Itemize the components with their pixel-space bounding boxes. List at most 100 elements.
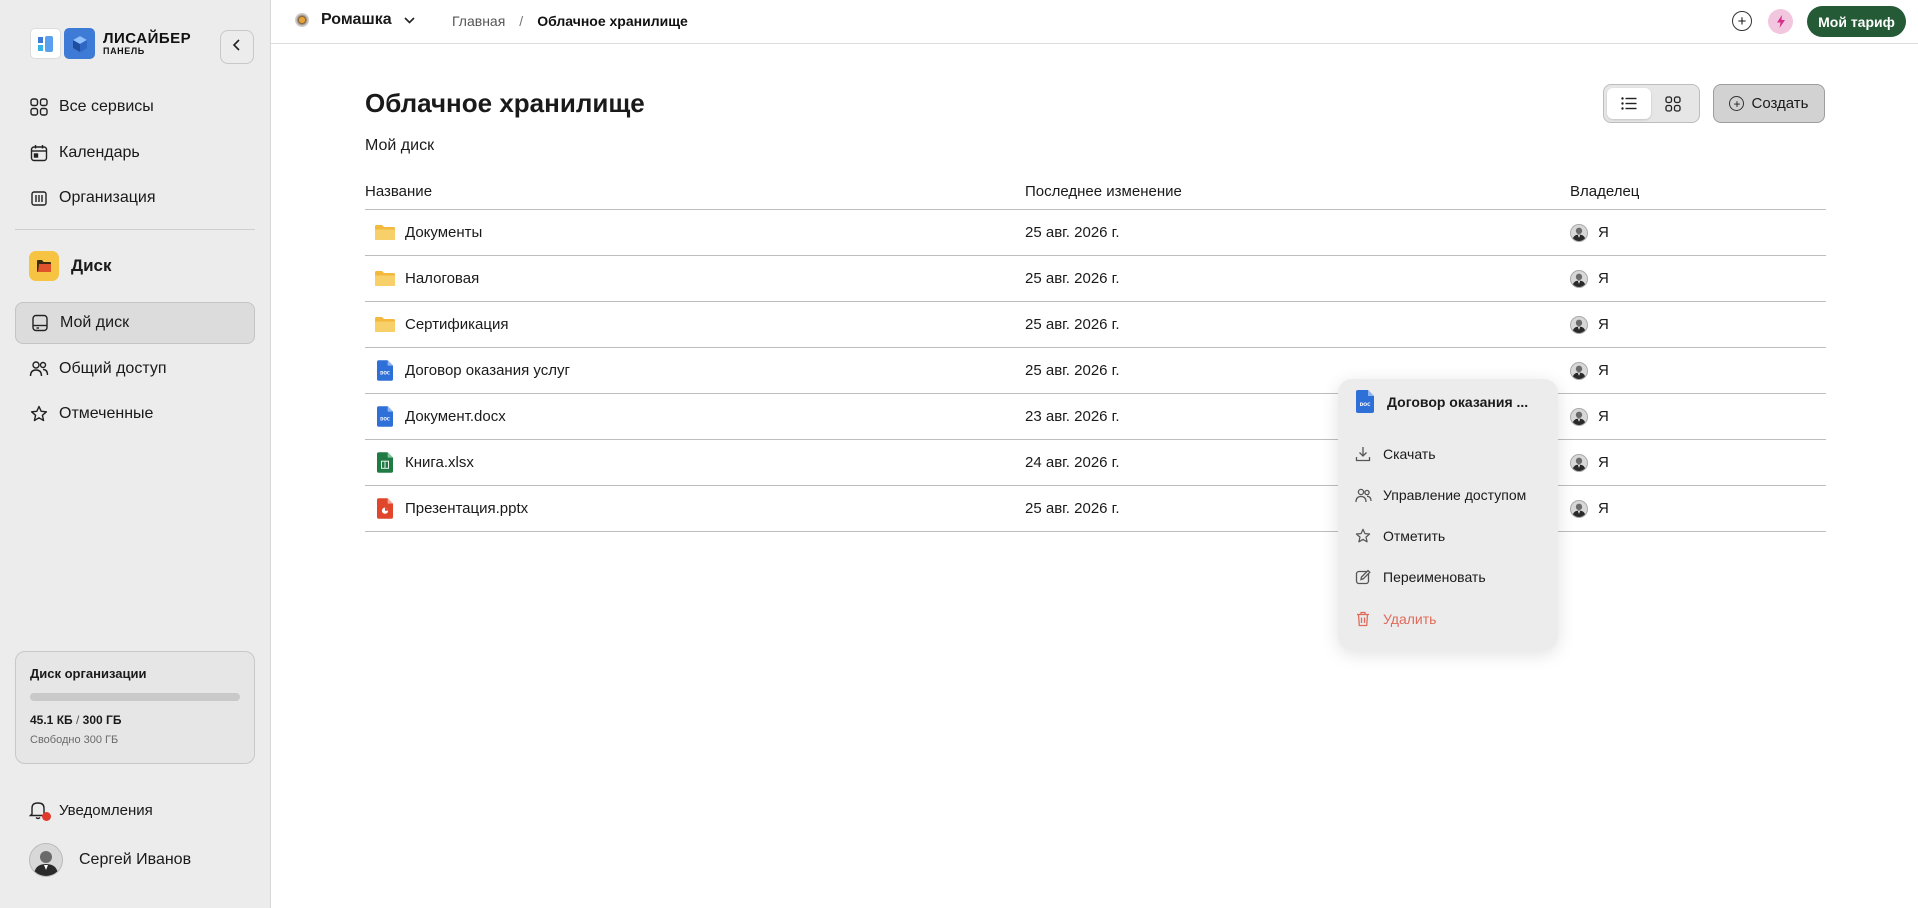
calendar-icon	[29, 143, 49, 163]
folder-icon	[374, 222, 396, 244]
breadcrumb: Главная / Облачное хранилище	[452, 13, 688, 29]
file-name-cell: Налоговая	[365, 268, 1025, 290]
menu-item-label: Удалить	[1383, 611, 1437, 627]
sidebar-divider	[15, 229, 255, 230]
context-menu-title: Договор оказания ...	[1387, 394, 1529, 410]
notification-dot	[42, 812, 51, 821]
files-table: Название Последнее изменение Владелец До…	[365, 174, 1826, 532]
sidebar-item-shared[interactable]: Общий доступ	[15, 348, 255, 390]
collapse-sidebar-button[interactable]	[220, 30, 254, 64]
file-owner: Я	[1598, 408, 1609, 425]
table-row[interactable]: Презентация.pptx 25 авг. 2026 г. Я	[365, 486, 1826, 532]
table-row[interactable]: Книга.xlsx 24 авг. 2026 г. Я	[365, 440, 1826, 486]
org-logo-icon	[295, 13, 309, 27]
org-switcher[interactable]: Ромашка	[295, 11, 415, 29]
plus-icon: +	[1737, 12, 1747, 30]
chevron-down-icon	[404, 16, 415, 24]
grid-icon	[29, 97, 49, 117]
file-date: 25 авг. 2026 г.	[1025, 224, 1120, 241]
storage-free: Свободно 300 ГБ	[30, 734, 119, 746]
sidebar-item-organization[interactable]: Организация	[15, 177, 255, 219]
breadcrumb-current: Облачное хранилище	[537, 13, 688, 29]
doc-file-icon: DOC	[374, 406, 396, 428]
table-row[interactable]: Документы 25 авг. 2026 г. Я	[365, 210, 1826, 256]
sidebar-item-label: Отмеченные	[59, 405, 154, 422]
menu-item-star[interactable]: Отметить	[1354, 523, 1445, 549]
sidebar-item-calendar[interactable]: Календарь	[15, 132, 255, 174]
topbar: Ромашка Главная / Облачное хранилище + М…	[271, 0, 1918, 44]
slides-file-icon	[374, 498, 396, 520]
file-owner: Я	[1598, 454, 1609, 471]
sidebar-item-all-services[interactable]: Все сервисы	[15, 86, 255, 128]
context-menu-header: DOC Договор оказания ...	[1356, 389, 1552, 415]
menu-item-manage-access[interactable]: Управление доступом	[1354, 482, 1526, 508]
file-name-cell: Документы	[365, 222, 1025, 244]
sidebar-item-starred[interactable]: Отмеченные	[15, 393, 255, 435]
brand-logo[interactable]: ЛИСАЙБЕР ПАНЕЛЬ	[30, 28, 191, 59]
create-button[interactable]: + Создать	[1713, 84, 1825, 123]
owner-avatar	[1570, 407, 1588, 426]
storage-card: Диск организации 45.1 КБ / 300 ГБ Свобод…	[15, 651, 255, 764]
owner-avatar	[1570, 361, 1588, 380]
file-owner-cell: Я	[1570, 499, 1826, 518]
sidebar-item-label: Организация	[59, 189, 156, 206]
chevron-left-icon	[232, 38, 242, 56]
file-owner: Я	[1598, 362, 1609, 379]
users-icon	[29, 359, 49, 379]
file-name: Книга.xlsx	[405, 454, 474, 471]
file-name: Сертификация	[405, 316, 509, 333]
menu-item-delete[interactable]: Удалить	[1354, 606, 1436, 632]
org-name: Ромашка	[321, 11, 392, 28]
my-tariff-button[interactable]: Мой тариф	[1807, 6, 1906, 37]
add-button[interactable]: +	[1732, 11, 1752, 31]
file-date: 25 авг. 2026 г.	[1025, 316, 1120, 333]
file-name-cell: Книга.xlsx	[365, 452, 1025, 474]
table-row[interactable]: Налоговая 25 авг. 2026 г. Я	[365, 256, 1826, 302]
file-date: 25 авг. 2026 г.	[1025, 362, 1120, 379]
breadcrumb-separator: /	[519, 13, 524, 29]
folder-icon	[374, 314, 396, 336]
menu-item-download[interactable]: Скачать	[1354, 441, 1436, 467]
table-header: Название Последнее изменение Владелец	[365, 174, 1826, 210]
menu-item-rename[interactable]: Переименовать	[1354, 564, 1486, 590]
building-icon	[29, 188, 49, 208]
column-header-date[interactable]: Последнее изменение	[1025, 183, 1570, 200]
file-owner-cell: Я	[1570, 315, 1826, 334]
avatar	[29, 843, 63, 877]
table-row[interactable]: Сертификация 25 авг. 2026 г. Я	[365, 302, 1826, 348]
user-profile[interactable]: Сергей Иванов	[29, 843, 191, 877]
owner-avatar	[1570, 315, 1588, 334]
sidebar: ЛИСАЙБЕР ПАНЕЛЬ Все сервисы Календарь Ор…	[0, 0, 271, 908]
menu-item-label: Скачать	[1383, 446, 1436, 462]
sidebar-item-my-drive[interactable]: Мой диск	[15, 302, 255, 344]
storage-progress-bar	[30, 693, 240, 701]
table-row[interactable]: DOC Договор оказания услуг 25 авг. 2026 г.…	[365, 348, 1826, 394]
column-header-owner[interactable]: Владелец	[1570, 183, 1826, 200]
grid-view-button[interactable]	[1651, 88, 1695, 119]
lightning-icon	[1776, 15, 1786, 28]
file-name: Презентация.pptx	[405, 500, 529, 517]
storage-usage: 45.1 КБ / 300 ГБ	[30, 713, 240, 727]
owner-avatar	[1570, 223, 1588, 242]
file-owner-cell: Я	[1570, 223, 1826, 242]
storage-sep: /	[75, 713, 80, 727]
file-name-cell: Сертификация	[365, 314, 1025, 336]
upgrade-button[interactable]	[1768, 9, 1793, 34]
menu-item-label: Переименовать	[1383, 569, 1486, 585]
notifications-link[interactable]: Уведомления	[28, 800, 153, 821]
file-owner-cell: Я	[1570, 361, 1826, 380]
table-row[interactable]: DOC Документ.docx 23 авг. 2026 г. Я	[365, 394, 1826, 440]
file-name: Налоговая	[405, 270, 480, 287]
file-name: Документы	[405, 224, 483, 241]
owner-avatar	[1570, 499, 1588, 518]
storage-total: 300 ГБ	[82, 713, 122, 727]
breadcrumb-home[interactable]: Главная	[452, 13, 505, 29]
svg-text:DOC: DOC	[380, 371, 390, 376]
list-view-button[interactable]	[1607, 88, 1651, 119]
file-date: 25 авг. 2026 г.	[1025, 270, 1120, 287]
menu-item-label: Отметить	[1383, 528, 1446, 544]
file-owner: Я	[1598, 500, 1609, 517]
storage-used: 45.1 КБ	[30, 713, 73, 727]
disk-section-header[interactable]: Диск	[15, 246, 112, 286]
column-header-name[interactable]: Название	[365, 183, 1025, 200]
